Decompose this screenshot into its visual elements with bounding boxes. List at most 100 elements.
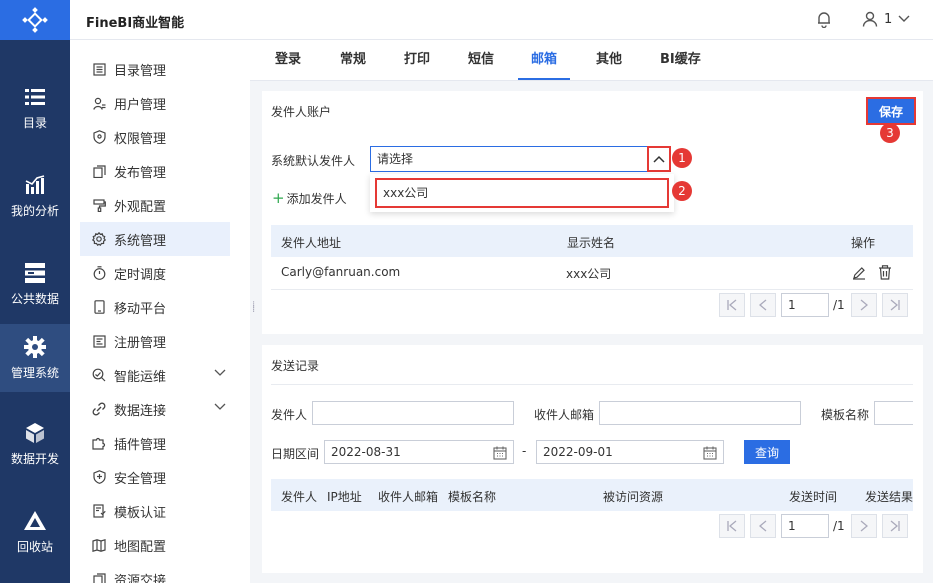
add-sender-button[interactable]: + 添加发件人	[272, 189, 347, 207]
query-button[interactable]: 查询	[744, 440, 790, 464]
rail-item-my-analysis[interactable]: 我的分析	[0, 162, 70, 230]
send-log-title: 发送记录	[271, 359, 320, 373]
select-toggle[interactable]	[647, 146, 671, 172]
col-sender: 发件人	[281, 490, 318, 504]
first-page-icon	[727, 299, 737, 311]
date-separator: -	[522, 444, 527, 458]
app-title: FineBI商业智能	[86, 16, 185, 31]
chevron-down-icon[interactable]	[214, 403, 226, 411]
date-from-value: 2022-08-31	[331, 445, 401, 459]
row-divider	[271, 289, 913, 290]
tab-print[interactable]: 打印	[404, 40, 430, 80]
default-sender-select[interactable]: 请选择	[370, 146, 670, 172]
menu-item-map[interactable]: 地图配置	[80, 528, 230, 562]
drag-handle-icon: ⁞ ⁞	[252, 300, 256, 315]
chevron-left-icon	[759, 520, 767, 532]
prev-page-button[interactable]	[750, 514, 776, 538]
date-from-input[interactable]: 2022-08-31	[324, 440, 514, 464]
sender-dropdown: xxx公司	[370, 174, 674, 212]
page-total: /1	[833, 519, 845, 533]
menu-item-security[interactable]: 安全管理	[80, 460, 230, 494]
menu-item-data-connection[interactable]: 数据连接	[80, 392, 230, 426]
rail-item-admin-system[interactable]: 管理系统	[0, 324, 70, 392]
menu-label: 移动平台	[114, 301, 167, 317]
next-page-button[interactable]	[850, 293, 877, 317]
mobile-icon	[92, 300, 106, 314]
menu-item-permissions[interactable]: 权限管理	[80, 120, 230, 154]
menu-item-smart-ops[interactable]: 智能运维	[80, 358, 230, 392]
tab-other[interactable]: 其他	[596, 40, 622, 80]
menu-item-resource-handover[interactable]: 资源交接	[80, 562, 230, 583]
plus-icon: +	[272, 189, 285, 207]
first-page-button[interactable]	[719, 293, 745, 317]
template-filter-input[interactable]	[874, 401, 913, 425]
app-logo[interactable]	[0, 0, 70, 40]
menu-item-plugins[interactable]: 插件管理	[80, 426, 230, 460]
menu-label: 资源交接	[114, 573, 167, 583]
rail-item-catalog[interactable]: 目录	[0, 74, 70, 142]
rail-label: 目录	[22, 115, 47, 130]
panel-splitter[interactable]: ⁞ ⁞	[250, 40, 260, 583]
menu-label: 注册管理	[114, 335, 167, 351]
certificate-icon	[92, 504, 106, 518]
menu-item-appearance[interactable]: 外观配置	[80, 188, 230, 222]
register-icon	[92, 334, 106, 348]
menu-label: 权限管理	[114, 131, 167, 147]
page-number-input[interactable]: 1	[781, 293, 829, 317]
calendar-icon[interactable]	[493, 445, 507, 467]
puzzle-icon	[92, 436, 106, 450]
rail-item-data-dev[interactable]: 数据开发	[0, 410, 70, 478]
gear-icon	[92, 232, 106, 246]
cube-icon	[24, 422, 46, 444]
rail-label: 数据开发	[10, 451, 59, 466]
menu-item-schedule[interactable]: 定时调度	[80, 256, 230, 290]
chevron-right-icon	[860, 299, 868, 311]
menu-item-catalog[interactable]: 目录管理	[80, 52, 230, 86]
menu-item-system[interactable]: 系统管理	[80, 222, 230, 256]
bell-icon[interactable]	[816, 11, 832, 32]
menu-item-template-cert[interactable]: 模板认证	[80, 494, 230, 528]
page-number-input[interactable]: 1	[781, 514, 829, 538]
gear-icon	[24, 335, 46, 358]
last-page-icon	[890, 299, 900, 311]
sender-filter-input[interactable]	[312, 401, 514, 425]
dropdown-option[interactable]: xxx公司	[375, 178, 669, 208]
tab-sms[interactable]: 短信	[468, 40, 494, 80]
add-sender-label: 添加发件人	[286, 191, 347, 206]
rail-item-public-data[interactable]: 公共数据	[0, 250, 70, 318]
menu-item-publish[interactable]: 发布管理	[80, 154, 230, 188]
rail-item-recycle-bin[interactable]: 回收站	[0, 498, 70, 566]
tab-email[interactable]: 邮箱	[518, 40, 570, 80]
sender-panel-title: 发件人账户	[271, 105, 332, 119]
col-display-name: 显示姓名	[567, 236, 616, 250]
list-icon	[25, 86, 45, 108]
col-resource: 被访问资源	[603, 490, 664, 504]
last-page-button[interactable]	[881, 293, 908, 317]
tab-bi-cache[interactable]: BI缓存	[660, 40, 701, 80]
calendar-icon[interactable]	[703, 445, 717, 467]
user-count: 1	[884, 11, 893, 27]
sender-filter-label: 发件人	[271, 408, 308, 422]
recipient-filter-label: 收件人邮箱	[534, 408, 595, 422]
step-badge-3: 3	[880, 123, 900, 143]
tab-login[interactable]: 登录	[275, 40, 301, 80]
menu-item-registration[interactable]: 注册管理	[80, 324, 230, 358]
col-recipient: 收件人邮箱	[378, 490, 439, 504]
prev-page-button[interactable]	[750, 293, 776, 317]
next-page-button[interactable]	[850, 514, 877, 538]
first-page-button[interactable]	[719, 514, 745, 538]
recipient-filter-input[interactable]	[599, 401, 801, 425]
chevron-down-icon[interactable]	[214, 369, 226, 377]
smart-ops-icon	[92, 368, 106, 382]
trash-icon[interactable]	[878, 265, 892, 284]
user-menu[interactable]: 1	[862, 11, 910, 27]
date-to-input[interactable]: 2022-09-01	[536, 440, 724, 464]
menu-item-mobile[interactable]: 移动平台	[80, 290, 230, 324]
default-sender-label: 系统默认发件人	[271, 154, 356, 168]
menu-item-users[interactable]: 用户管理	[80, 86, 230, 120]
edit-icon[interactable]	[852, 266, 866, 284]
save-button[interactable]: 保存	[866, 97, 916, 125]
last-page-button[interactable]	[881, 514, 908, 538]
log-table-header: 发件人 IP地址 收件人邮箱 模板名称 被访问资源 发送时间 发送结果	[271, 479, 913, 511]
tab-general[interactable]: 常规	[340, 40, 366, 80]
